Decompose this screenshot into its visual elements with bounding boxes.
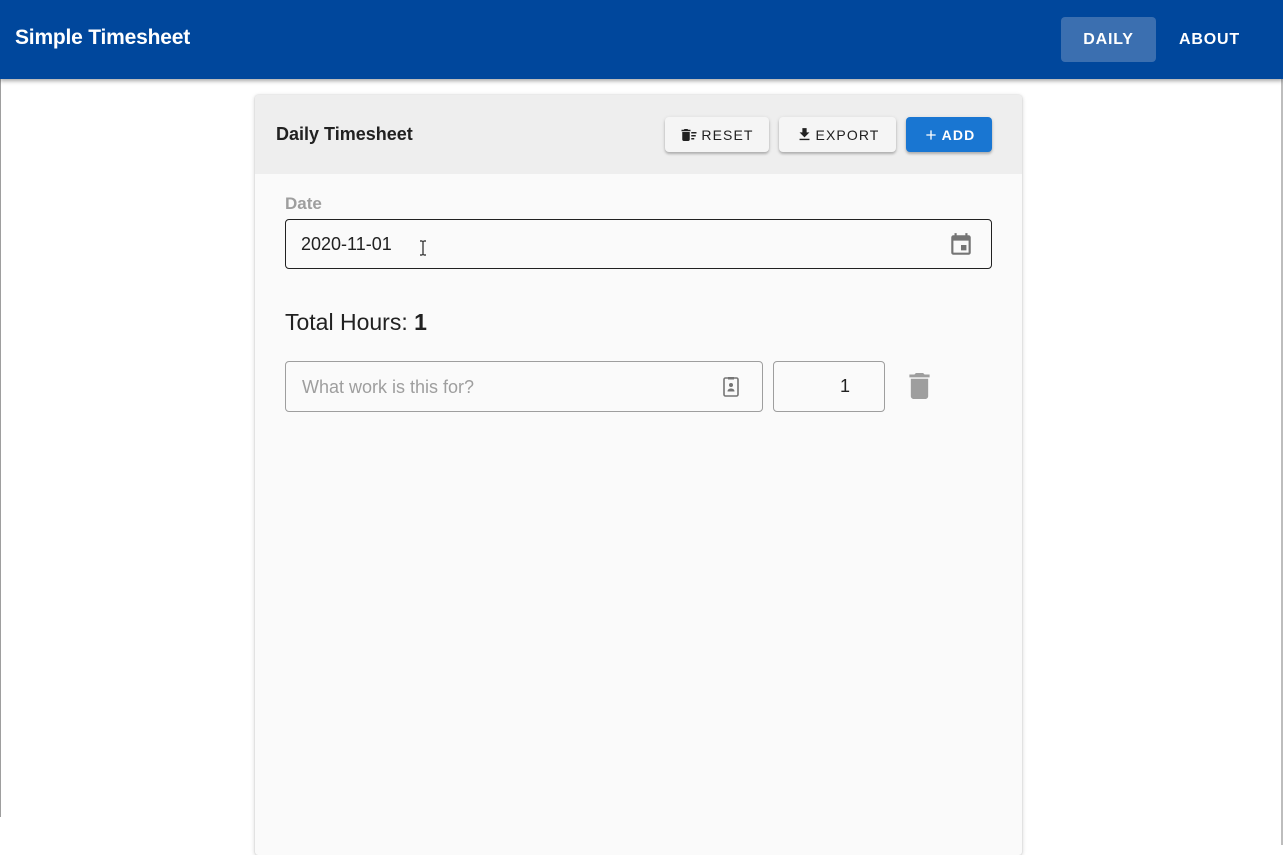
work-field[interactable] [285,361,763,412]
add-button[interactable]: ADD [906,117,992,152]
nav-daily-button[interactable]: DAILY [1061,17,1156,62]
calendar-icon[interactable] [948,232,974,258]
timesheet-card: Daily Timesheet RESET EXPORT ADD Date 20… [255,95,1022,855]
download-icon [799,128,809,141]
text-cursor-icon [420,240,426,256]
card-header: Daily Timesheet RESET EXPORT ADD [255,95,1022,174]
window-left-edge [0,79,1,817]
app-title: Simple Timesheet [15,26,190,49]
nav-about-button[interactable]: ABOUT [1162,17,1257,62]
plus-icon [926,129,936,140]
export-button[interactable]: EXPORT [779,117,896,152]
app-bar: Simple Timesheet DAILY ABOUT [0,0,1283,79]
date-field[interactable]: 2020-11-01 [285,219,992,269]
reset-button[interactable]: RESET [665,117,769,152]
work-input[interactable] [300,374,700,400]
add-label: ADD [941,126,976,143]
delete-sweep-icon [681,128,697,141]
total-hours-value: 1 [414,309,427,335]
contact-card-icon [723,377,739,397]
reset-label: RESET [701,126,754,143]
total-hours: Total Hours: 1 [285,309,427,336]
date-value: 2020-11-01 [301,234,392,254]
hours-field[interactable]: 1 [773,361,885,412]
hours-value: 1 [839,376,850,396]
date-label: Date [285,194,322,213]
trash-icon[interactable] [909,373,930,399]
total-hours-label: Total Hours: [285,309,408,335]
export-label: EXPORT [815,126,880,143]
card-title: Daily Timesheet [276,124,413,144]
